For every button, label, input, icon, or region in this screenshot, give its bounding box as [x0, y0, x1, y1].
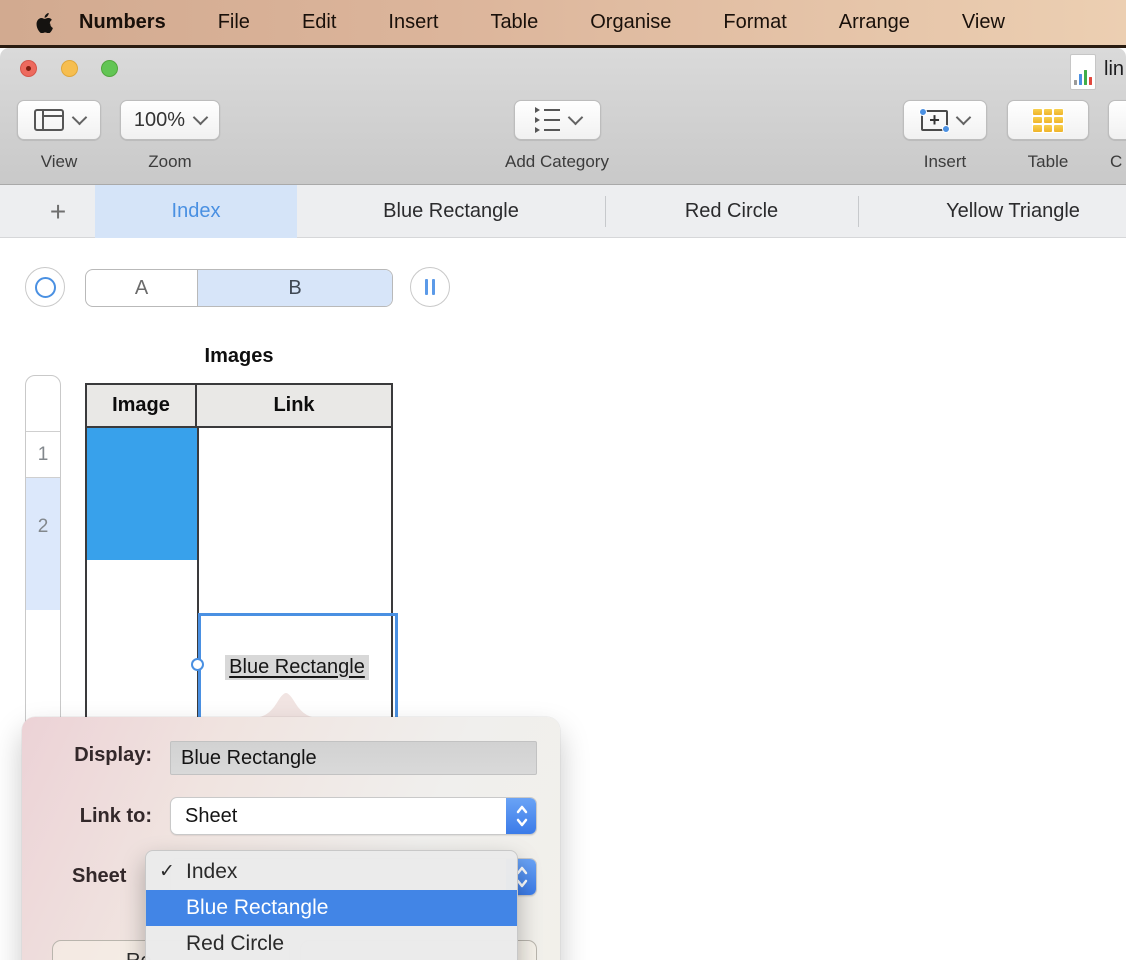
menu-option-red-circle[interactable]: Red Circle — [146, 926, 517, 960]
add-column-handle[interactable] — [410, 267, 450, 307]
sheet-tab-bar: + Index Blue Rectangle Red Circle Yellow… — [0, 185, 1126, 238]
add-sheet-button[interactable]: + — [40, 185, 76, 238]
chevron-down-icon — [567, 109, 583, 126]
column-header-b[interactable]: B — [198, 270, 392, 306]
popup-stepper-icon — [506, 798, 536, 834]
chart-button-partial[interactable] — [1108, 100, 1126, 140]
zoom-button-label: Zoom — [148, 152, 192, 171]
tab-blue-rectangle[interactable]: Blue Rectangle — [297, 185, 605, 238]
category-list-icon — [534, 107, 560, 133]
link-to-label: Link to: — [79, 805, 152, 827]
menu-option-index[interactable]: ✓ Index — [146, 854, 517, 890]
table-select-handle[interactable] — [25, 267, 65, 307]
close-button[interactable] — [20, 60, 37, 77]
row-number-1[interactable]: 1 — [26, 432, 60, 478]
row-header-segment[interactable] — [26, 376, 60, 432]
menu-item-arrange[interactable]: Arrange — [813, 11, 936, 34]
header-cell-link[interactable]: Link — [197, 385, 391, 426]
sheet-label: Sheet — [72, 865, 127, 887]
circle-ring-icon — [34, 276, 56, 298]
table-header-row: Image Link — [87, 385, 391, 428]
minimize-button[interactable] — [61, 60, 78, 77]
add-category-label: Add Category — [505, 152, 609, 171]
toolbar: lin 100% + View Zoom Add Category Insert… — [0, 48, 1126, 185]
view-button[interactable] — [17, 100, 101, 140]
menu-item-edit[interactable]: Edit — [276, 11, 362, 34]
insert-button[interactable]: + — [903, 100, 987, 140]
add-category-button[interactable] — [514, 100, 601, 140]
menu-bar: Numbers File Edit Insert Table Organise … — [0, 0, 1126, 45]
sheet-dropdown-menu: ✓ Index Blue Rectangle Red Circle Yellow… — [145, 850, 518, 960]
link-to-popup[interactable]: Sheet — [170, 797, 537, 835]
apple-menu[interactable] — [36, 12, 53, 33]
menu-item-table[interactable]: Table — [464, 11, 564, 34]
view-panes-icon — [33, 109, 64, 131]
header-cell-image[interactable]: Image — [87, 385, 197, 426]
blue-rectangle-image-cell[interactable] — [87, 428, 197, 560]
menu-item-format[interactable]: Format — [697, 11, 812, 34]
menu-item-numbers[interactable]: Numbers — [53, 11, 192, 34]
menu-item-file[interactable]: File — [192, 11, 276, 34]
display-field[interactable]: Blue Rectangle — [170, 741, 537, 775]
column-header-bar: A B — [85, 269, 393, 307]
menu-item-view[interactable]: View — [936, 11, 1031, 34]
table-button-label: Table — [1027, 152, 1069, 171]
link-to-value: Sheet — [185, 805, 238, 827]
chevron-down-icon — [71, 109, 87, 126]
table-button[interactable] — [1007, 100, 1089, 140]
table-title[interactable]: Images — [85, 345, 393, 368]
column-bars-icon — [425, 279, 435, 295]
screen: Numbers File Edit Insert Table Organise … — [0, 0, 1126, 960]
zoom-window-button[interactable] — [101, 60, 118, 77]
display-label: Display: — [74, 744, 152, 766]
tab-yellow-triangle[interactable]: Yellow Triangle — [858, 185, 1126, 238]
insert-button-label: Insert — [923, 152, 967, 171]
cell-selection-handle[interactable] — [191, 658, 204, 671]
menu-item-organise[interactable]: Organise — [564, 11, 697, 34]
view-button-label: View — [40, 152, 78, 171]
table-grid-icon — [1032, 107, 1064, 133]
numbers-window: lin 100% + View Zoom Add Category Insert… — [0, 48, 1126, 960]
chevron-down-icon — [955, 109, 972, 126]
menu-option-blue-rectangle[interactable]: Blue Rectangle — [146, 890, 517, 926]
link-editor-popover: Display: Blue Rectangle Link to: Sheet S… — [22, 717, 560, 960]
zoom-button[interactable]: 100% — [120, 100, 220, 140]
column-header-a[interactable]: A — [86, 270, 198, 306]
document-title: lin — [1104, 58, 1125, 80]
apple-icon — [36, 12, 53, 33]
chevron-down-icon — [192, 109, 209, 126]
row-number-2[interactable]: 2 — [26, 478, 60, 610]
menu-item-insert[interactable]: Insert — [362, 11, 464, 34]
chart-button-label-partial: C — [1110, 152, 1123, 171]
checkmark-icon: ✓ — [159, 861, 175, 882]
sheet-canvas: A B Images 1 2 5 Image Link — [0, 238, 1126, 960]
insert-plus-icon: + — [919, 107, 950, 133]
document-icon — [1070, 54, 1096, 90]
tab-index[interactable]: Index — [95, 185, 297, 238]
zoom-value: 100% — [133, 108, 186, 131]
tab-red-circle[interactable]: Red Circle — [605, 185, 858, 238]
